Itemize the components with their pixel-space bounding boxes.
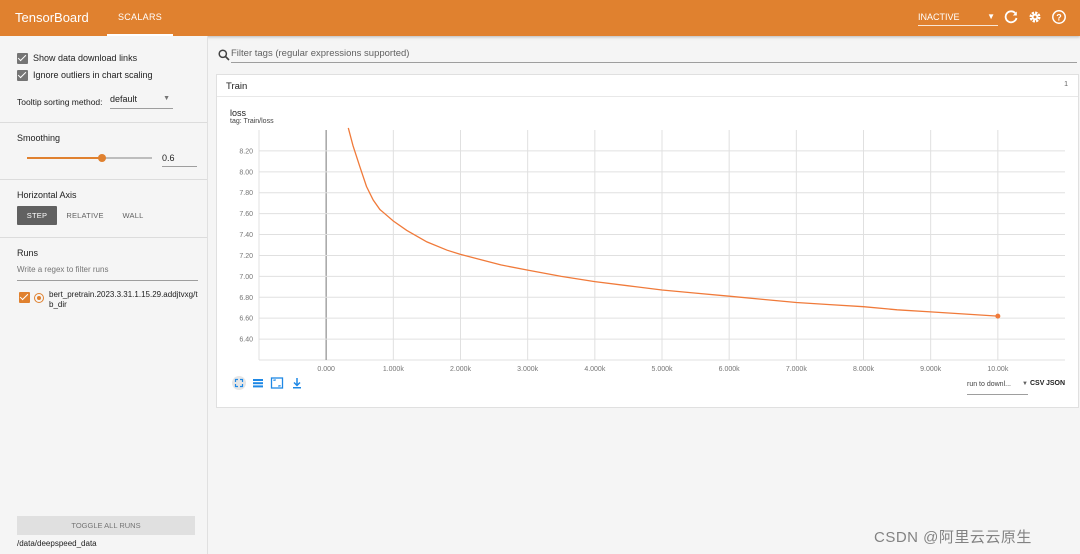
axis-wall-button[interactable]: WALL [114,206,152,225]
ignore-outliers-checkbox[interactable]: Ignore outliers in chart scaling [17,68,153,82]
chevron-down-icon: ▼ [1022,381,1028,387]
fit-domain-icon[interactable] [232,376,246,390]
y-tick-label: 6.80 [239,295,253,302]
x-tick-label: 5.000k [651,366,673,373]
tag-filter-placeholder: Filter tags (regular expressions support… [231,48,410,59]
y-tick-label: 7.60 [239,211,253,218]
x-tick-label: 8.000k [853,366,875,373]
y-tick-label: 8.20 [239,148,253,155]
runs-filter-placeholder: Write a regex to filter runs [17,265,109,274]
download-icon[interactable] [290,376,304,390]
category-pane-train: Train 1 loss tag: Train/loss 0.000 1.000k… [216,74,1079,408]
tag-filter-input[interactable]: Filter tags (regular expressions support… [231,48,1077,63]
checkbox-checked-icon [17,52,28,64]
checkbox-checked-icon [17,69,28,81]
y-tick-label: 7.40 [239,232,253,239]
divider [0,237,207,238]
plugin-select[interactable]: INACTIVE ▼ [918,9,998,26]
y-tick-label: 6.40 [239,337,253,344]
x-tick-label: 1.000k [383,366,405,373]
tooltip-sorting-label: Tooltip sorting method: [17,97,103,107]
smoothing-slider-fill [27,157,102,159]
show-download-links-checkbox[interactable]: Show data download links [17,51,137,65]
y-tick-label: 7.80 [239,190,253,197]
sidebar: Show data download links Ignore outliers… [0,36,208,554]
smoothing-label: Smoothing [17,133,61,143]
plugin-select-value: INACTIVE [918,12,960,22]
top-app-bar: TensorBoard SCALARS INACTIVE ▼ ? [0,0,1080,36]
list-icon[interactable] [251,376,265,390]
csv-download-link[interactable]: CSV [1030,380,1044,387]
watermark: CSDN @阿里云云原生 [874,529,1032,546]
chevron-down-icon: ▼ [163,95,170,102]
divider [0,179,207,180]
x-tick-label: 10.00k [987,366,1009,373]
y-tick-label: 6.60 [239,316,253,323]
run-color-radio[interactable] [34,293,44,303]
download-run-select[interactable]: run to downl... ▼ [967,381,1028,395]
axis-step-button[interactable]: STEP [17,206,57,225]
loss-series-line [347,127,998,317]
json-download-link[interactable]: JSON [1046,380,1065,387]
smoothing-value-input[interactable]: 0.6 [162,153,197,167]
brand-title: TensorBoard [15,10,89,25]
toggle-all-runs-button[interactable]: TOGGLE ALL RUNS [17,516,195,535]
loss-chart[interactable]: 0.000 1.000k 2.000k 3.000k 4.000k 5.000k 6.000… [217,75,1078,375]
ignore-outliers-label: Ignore outliers in chart scaling [33,70,153,80]
tooltip-sorting-select[interactable]: default ▼ [110,94,173,109]
x-tick-label: 9.000k [920,366,942,373]
x-tick-label: 4.000k [584,366,606,373]
x-tick-label: 6.000k [719,366,741,373]
tooltip-sorting-value: default [110,94,138,104]
svg-text:?: ? [1056,12,1062,22]
axis-relative-button[interactable]: RELATIVE [62,206,108,225]
search-icon [218,49,230,61]
chevron-down-icon: ▼ [987,12,995,21]
smoothing-slider-handle[interactable] [98,154,106,162]
show-download-links-label: Show data download links [33,53,138,63]
runs-label: Runs [17,248,39,258]
x-tick-label: 7.000k [786,366,808,373]
smoothing-slider[interactable] [27,154,152,162]
logdir-path: /data/deepspeed_data [17,539,97,548]
help-icon[interactable]: ? [1051,9,1067,25]
run-checkbox[interactable] [19,292,30,303]
y-tick-label: 7.00 [239,274,253,281]
refresh-icon[interactable] [1003,9,1019,25]
tab-scalars[interactable]: SCALARS [107,0,173,36]
x-tick-label: 0.000 [317,366,335,373]
x-tick-label: 3.000k [517,366,539,373]
y-tick-label: 8.00 [239,169,253,176]
smoothing-value: 0.6 [162,153,175,163]
y-tick-label: 7.20 [239,253,253,260]
run-name: bert_pretrain.2023.3.31.1.15.29.addjtvxg… [49,290,198,309]
x-tick-label: 2.000k [450,366,472,373]
runs-filter-input[interactable]: Write a regex to filter runs [17,265,198,281]
expand-icon[interactable] [270,376,284,390]
divider [0,122,207,123]
download-run-select-value: run to downl... [967,381,1011,388]
horizontal-axis-label: Horizontal Axis [17,190,77,200]
settings-icon[interactable] [1027,9,1043,25]
last-point-marker [995,313,1001,319]
